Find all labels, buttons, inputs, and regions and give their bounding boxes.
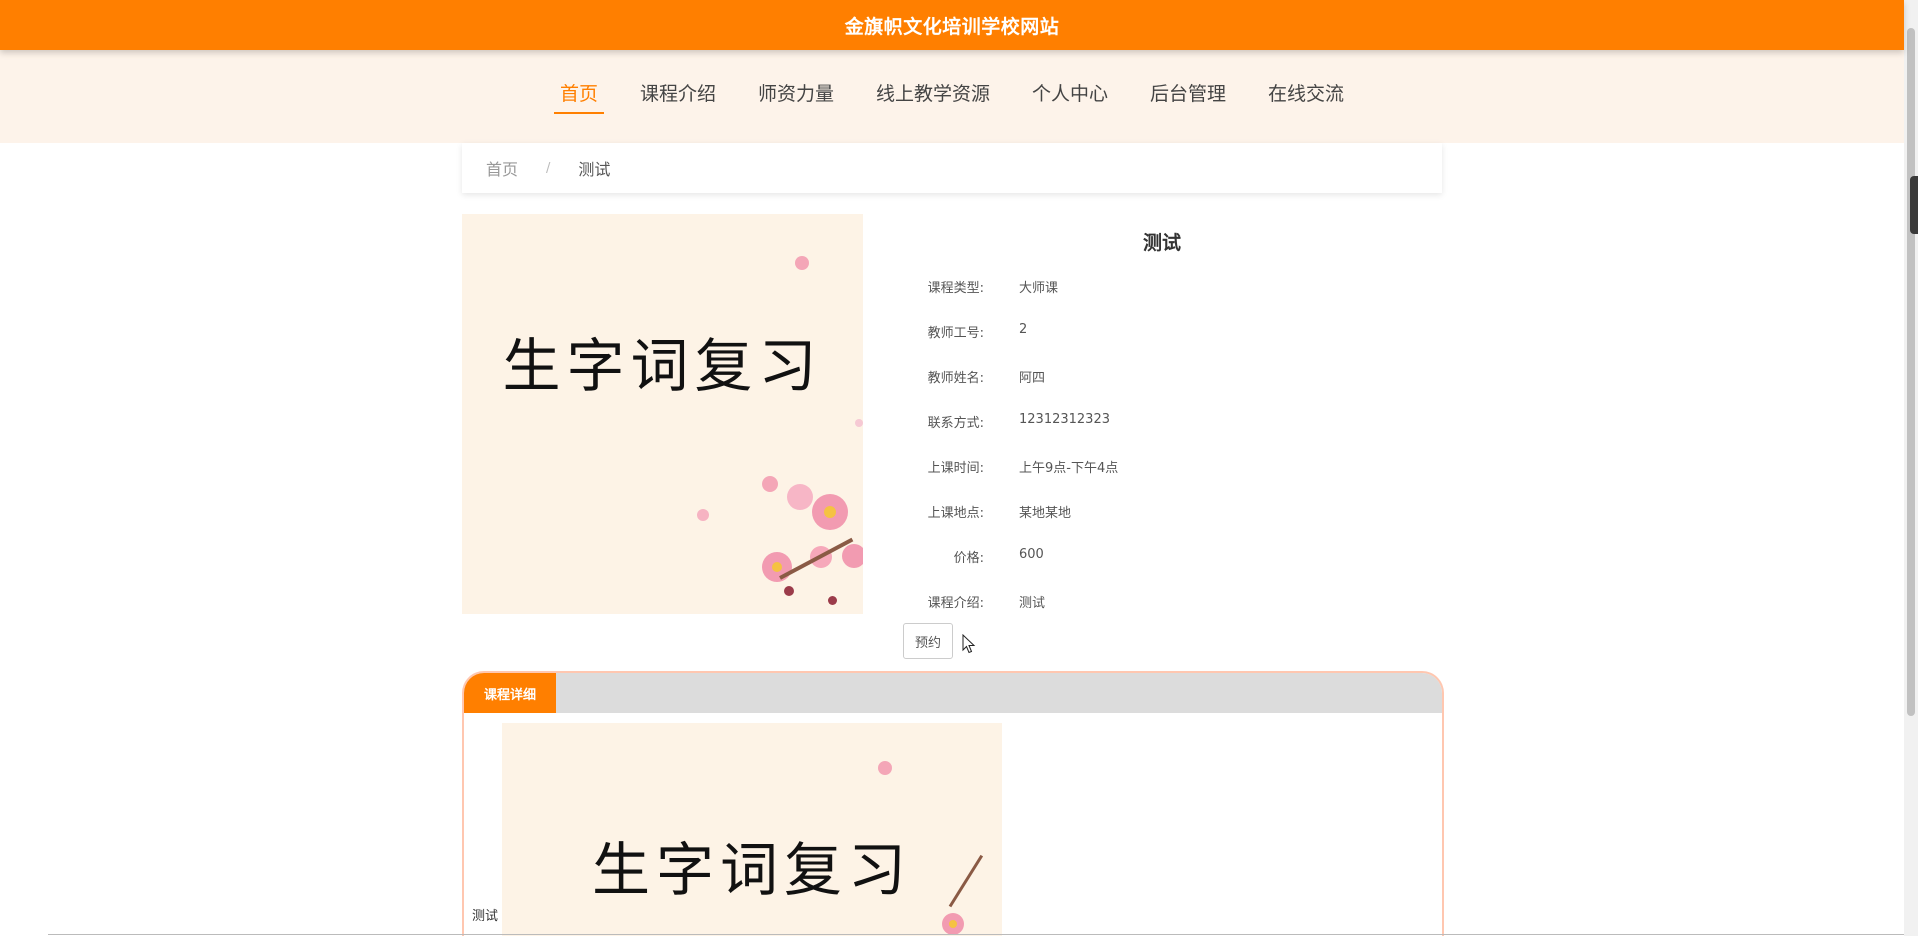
blossom-icon xyxy=(787,484,813,510)
field-teacher-id: 教师工号: 2 xyxy=(900,322,1028,341)
tab-course-detail[interactable]: 课程详细 xyxy=(464,673,556,713)
book-button[interactable]: 预约 xyxy=(903,623,953,659)
detail-image-text: 生字词复习 xyxy=(591,836,912,904)
site-header: 金旗帜文化培训学校网站 xyxy=(0,0,1904,50)
course-detail-panel: 课程详细 测试 生字词复习 xyxy=(462,671,1444,936)
field-label: 上课地点: xyxy=(927,506,984,521)
blossom-icon xyxy=(762,476,778,492)
blossom-bud-icon xyxy=(784,586,794,596)
breadcrumb-current: 测试 xyxy=(578,160,611,179)
field-value: 大师课 xyxy=(1019,281,1059,296)
site-title: 金旗帜文化培训学校网站 xyxy=(844,15,1060,38)
detail-caption: 测试 xyxy=(472,909,499,924)
nav-item-courses[interactable]: 课程介绍 xyxy=(634,79,722,114)
detail-image: 生字词复习 xyxy=(502,723,1002,936)
tab-strip: 课程详细 xyxy=(464,673,1442,713)
field-label: 教师姓名: xyxy=(927,371,984,386)
field-contact: 联系方式: 12312312323 xyxy=(900,412,1110,431)
divider xyxy=(48,934,1904,935)
field-course-type: 课程类型: 大师课 xyxy=(900,277,1058,296)
blossom-center-icon xyxy=(824,506,836,518)
nav-list: 首页 课程介绍 师资力量 线上教学资源 个人中心 后台管理 在线交流 xyxy=(553,79,1350,114)
field-class-time: 上课时间: 上午9点-下午4点 xyxy=(900,457,1119,476)
nav-item-online-resources[interactable]: 线上教学资源 xyxy=(870,79,996,114)
course-cover-image: 生字词复习 xyxy=(462,214,863,614)
field-value: 某地某地 xyxy=(1019,506,1072,521)
blossom-icon xyxy=(842,544,863,568)
blossom-icon xyxy=(855,419,863,427)
breadcrumb: 首页 / 测试 xyxy=(462,143,1442,193)
scrollbar-thumb[interactable] xyxy=(1907,28,1915,716)
field-teacher-name: 教师姓名: 阿四 xyxy=(900,367,1045,386)
blossom-center-icon xyxy=(949,920,957,928)
field-label: 价格: xyxy=(953,551,984,566)
panel-body: 测试 生字词复习 xyxy=(464,713,1442,936)
nav-item-teachers[interactable]: 师资力量 xyxy=(752,79,840,114)
blossom-bud-icon xyxy=(828,596,837,605)
breadcrumb-home-link[interactable]: 首页 xyxy=(486,156,518,180)
field-price: 价格: 600 xyxy=(900,547,1044,566)
field-course-intro: 课程介绍: 测试 xyxy=(900,592,1045,611)
course-cover-text: 生字词复习 xyxy=(502,332,823,400)
field-label: 课程介绍: xyxy=(927,596,984,611)
blossom-icon xyxy=(697,509,709,521)
course-title: 测试 xyxy=(1142,232,1181,254)
field-value: 12312312323 xyxy=(1019,412,1110,427)
mouse-cursor-icon xyxy=(962,634,976,654)
field-label: 教师工号: xyxy=(927,326,984,341)
field-value: 600 xyxy=(1019,547,1044,562)
blossom-icon xyxy=(878,761,892,775)
main-nav: 首页 课程介绍 师资力量 线上教学资源 个人中心 后台管理 在线交流 xyxy=(0,50,1904,143)
nav-item-home[interactable]: 首页 xyxy=(553,79,604,114)
nav-item-chat[interactable]: 在线交流 xyxy=(1262,79,1350,114)
page-scrollbar[interactable] xyxy=(1904,0,1918,936)
nav-item-admin[interactable]: 后台管理 xyxy=(1144,79,1232,114)
nav-item-personal-center[interactable]: 个人中心 xyxy=(1026,79,1114,114)
field-value: 上午9点-下午4点 xyxy=(1019,461,1119,476)
field-label: 课程类型: xyxy=(927,281,984,296)
field-label: 联系方式: xyxy=(927,416,984,431)
breadcrumb-separator: / xyxy=(546,160,551,176)
field-value: 测试 xyxy=(1019,596,1046,611)
field-label: 上课时间: xyxy=(927,461,984,476)
field-value: 2 xyxy=(1019,322,1028,337)
field-class-location: 上课地点: 某地某地 xyxy=(900,502,1071,521)
field-value: 阿四 xyxy=(1019,371,1046,386)
side-widget-tab[interactable] xyxy=(1910,176,1918,234)
blossom-center-icon xyxy=(772,562,782,572)
blossom-icon xyxy=(795,256,809,270)
